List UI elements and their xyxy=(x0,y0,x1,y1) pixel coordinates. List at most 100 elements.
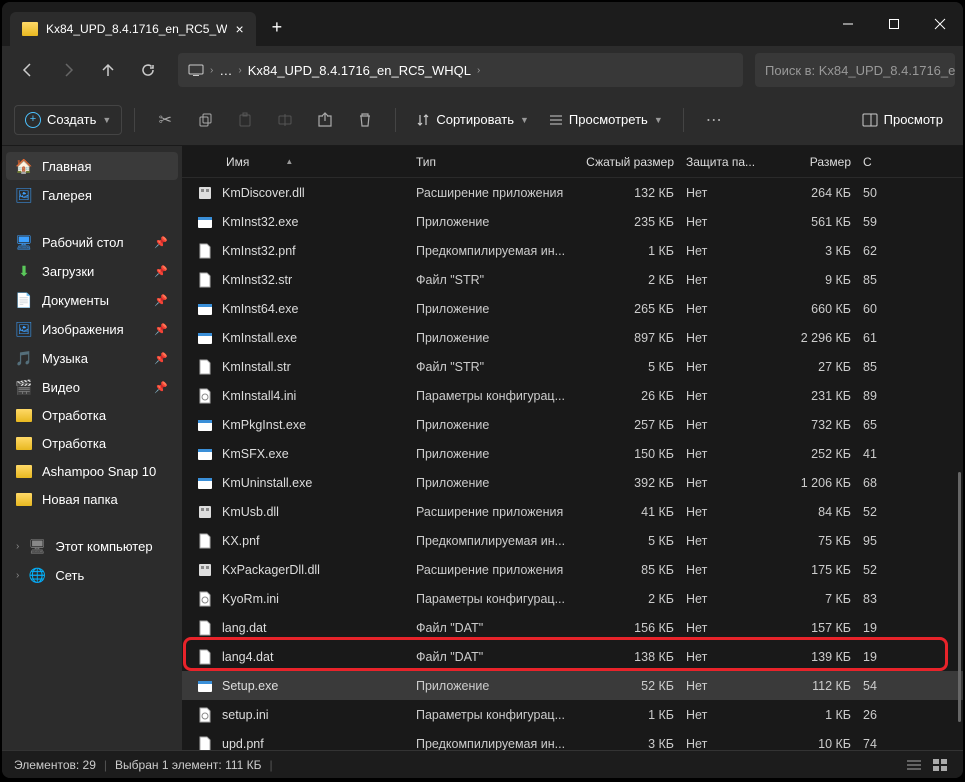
file-row[interactable]: lang4.datФайл "DAT"138 КБНет139 КБ19 xyxy=(182,642,963,671)
file-protection: Нет xyxy=(686,563,768,577)
sidebar-item-folder[interactable]: Отработка xyxy=(6,430,178,457)
column-name[interactable]: Имя▲ xyxy=(196,155,416,169)
sidebar-item-folder[interactable]: Отработка xyxy=(6,402,178,429)
file-type: Расширение приложения xyxy=(416,505,576,519)
file-icon xyxy=(196,300,214,318)
file-row[interactable]: KxPackagerDll.dllРасширение приложения85… xyxy=(182,555,963,584)
file-row[interactable]: KmInstall.strФайл "STR"5 КБНет27 КБ85 xyxy=(182,352,963,381)
file-compressed: 392 КБ xyxy=(576,476,686,490)
file-row[interactable]: setup.iniПараметры конфигурац...1 КБНет1… xyxy=(182,700,963,729)
status-bar: Элементов: 29 | Выбран 1 элемент: 111 КБ… xyxy=(2,750,963,778)
create-button[interactable]: + Создать ▼ xyxy=(14,105,122,135)
column-size[interactable]: Размер xyxy=(768,155,863,169)
file-name: KmDiscover.dll xyxy=(222,186,416,200)
cut-icon[interactable]: ✂ xyxy=(147,102,183,138)
paste-icon[interactable] xyxy=(227,102,263,138)
file-row[interactable]: KmInst32.strФайл "STR"2 КБНет9 КБ85 xyxy=(182,265,963,294)
share-icon[interactable] xyxy=(307,102,343,138)
file-name: KmUninstall.exe xyxy=(222,476,416,490)
file-compressed: 235 КБ xyxy=(576,215,686,229)
sidebar-item-music[interactable]: 🎵Музыка📌 xyxy=(6,344,178,372)
file-row[interactable]: upd.pnfПредкомпилируемая ин...3 КБНет10 … xyxy=(182,729,963,750)
breadcrumb-ellipsis[interactable]: … xyxy=(219,63,232,78)
file-row[interactable]: KmPkgInst.exeПриложение257 КБНет732 КБ65 xyxy=(182,410,963,439)
column-extra[interactable]: С xyxy=(863,155,883,169)
file-compressed: 41 КБ xyxy=(576,505,686,519)
file-protection: Нет xyxy=(686,331,768,345)
maximize-button[interactable] xyxy=(871,2,917,46)
more-icon[interactable]: ⋯ xyxy=(696,102,732,138)
back-button[interactable] xyxy=(10,52,46,88)
file-row[interactable]: KX.pnfПредкомпилируемая ин...5 КБНет75 К… xyxy=(182,526,963,555)
search-input[interactable]: Поиск в: Kx84_UPD_8.4.1716_en xyxy=(755,53,955,87)
file-row[interactable]: KmUninstall.exeПриложение392 КБНет1 206 … xyxy=(182,468,963,497)
view-button[interactable]: Просмотреть ▼ xyxy=(541,106,671,133)
sidebar-item-images[interactable]: 🖼Изображения📌 xyxy=(6,315,178,343)
file-row[interactable]: KmSFX.exeПриложение150 КБНет252 КБ41 xyxy=(182,439,963,468)
file-row[interactable]: lang.datФайл "DAT"156 КБНет157 КБ19 xyxy=(182,613,963,642)
delete-icon[interactable] xyxy=(347,102,383,138)
file-row[interactable]: KyoRm.iniПараметры конфигурац...2 КБНет7… xyxy=(182,584,963,613)
file-row[interactable]: KmInst32.exeПриложение235 КБНет561 КБ59 xyxy=(182,207,963,236)
file-row[interactable]: KmInstall4.iniПараметры конфигурац...26 … xyxy=(182,381,963,410)
file-extra: 41 xyxy=(863,447,883,461)
close-tab-icon[interactable]: × xyxy=(235,21,243,37)
sidebar-item-folder[interactable]: Ashampoo Snap 10 xyxy=(6,458,178,485)
forward-button[interactable] xyxy=(50,52,86,88)
sidebar-item-home[interactable]: 🏠Главная xyxy=(6,152,178,180)
sidebar-item-gallery[interactable]: 🖼Галерея xyxy=(6,181,178,209)
breadcrumb[interactable]: › … › Kx84_UPD_8.4.1716_en_RC5_WHQL › xyxy=(178,53,743,87)
preview-button[interactable]: Просмотр xyxy=(854,106,951,133)
file-protection: Нет xyxy=(686,650,768,664)
new-tab-button[interactable]: + xyxy=(272,17,283,38)
file-row[interactable]: KmUsb.dllРасширение приложения41 КБНет84… xyxy=(182,497,963,526)
refresh-button[interactable] xyxy=(130,52,166,88)
close-button[interactable] xyxy=(917,2,963,46)
file-row[interactable]: KmDiscover.dllРасширение приложения132 К… xyxy=(182,178,963,207)
file-type: Расширение приложения xyxy=(416,563,576,577)
file-list: KmDiscover.dllРасширение приложения132 К… xyxy=(182,178,963,750)
rename-icon[interactable] xyxy=(267,102,303,138)
file-type: Приложение xyxy=(416,476,576,490)
file-compressed: 3 КБ xyxy=(576,737,686,751)
file-size: 10 КБ xyxy=(768,737,863,751)
file-row[interactable]: KmInstall.exeПриложение897 КБНет2 296 КБ… xyxy=(182,323,963,352)
sidebar-item-video[interactable]: 🎬Видео📌 xyxy=(6,373,178,401)
sidebar-item-desktop[interactable]: 🖥Рабочий стол📌 xyxy=(6,228,178,256)
file-compressed: 1 КБ xyxy=(576,708,686,722)
column-compressed[interactable]: Сжатый размер xyxy=(576,155,686,169)
sidebar-item-network[interactable]: ›🌐Сеть xyxy=(6,561,178,589)
copy-icon[interactable] xyxy=(187,102,223,138)
file-row[interactable]: Setup.exeПриложение52 КБНет112 КБ54 xyxy=(182,671,963,700)
file-name: setup.ini xyxy=(222,708,416,722)
file-icon xyxy=(196,706,214,724)
file-name: KmInst32.str xyxy=(222,273,416,287)
column-type[interactable]: Тип xyxy=(416,155,576,169)
file-name: KmSFX.exe xyxy=(222,447,416,461)
file-row[interactable]: KmInst32.pnfПредкомпилируемая ин...1 КБН… xyxy=(182,236,963,265)
sidebar-item-downloads[interactable]: ⬇Загрузки📌 xyxy=(6,257,178,285)
sidebar-item-folder[interactable]: Новая папка xyxy=(6,486,178,513)
sidebar-item-pc[interactable]: ›🖥Этот компьютер xyxy=(6,532,178,560)
file-extra: 26 xyxy=(863,708,883,722)
file-name: KmInst64.exe xyxy=(222,302,416,316)
sidebar: 🏠Главная 🖼Галерея 🖥Рабочий стол📌 ⬇Загруз… xyxy=(2,146,182,750)
sort-button[interactable]: Сортировать ▼ xyxy=(408,106,537,133)
minimize-button[interactable] xyxy=(825,2,871,46)
scrollbar[interactable] xyxy=(958,472,961,722)
file-size: 84 КБ xyxy=(768,505,863,519)
sidebar-item-documents[interactable]: 📄Документы📌 xyxy=(6,286,178,314)
chevron-right-icon: › xyxy=(210,65,213,76)
breadcrumb-folder[interactable]: Kx84_UPD_8.4.1716_en_RC5_WHQL xyxy=(248,63,471,78)
file-size: 139 КБ xyxy=(768,650,863,664)
network-icon: 🌐 xyxy=(29,567,45,583)
tab-active[interactable]: Kx84_UPD_8.4.1716_en_RC5_W × xyxy=(10,12,256,46)
column-protection[interactable]: Защита па... xyxy=(686,155,768,169)
thumbnails-view-icon[interactable] xyxy=(929,756,951,774)
chevron-right-icon: › xyxy=(16,541,19,552)
sort-asc-icon: ▲ xyxy=(285,157,293,166)
file-row[interactable]: KmInst64.exeПриложение265 КБНет660 КБ60 xyxy=(182,294,963,323)
download-icon: ⬇ xyxy=(16,263,32,279)
details-view-icon[interactable] xyxy=(903,756,925,774)
up-button[interactable] xyxy=(90,52,126,88)
